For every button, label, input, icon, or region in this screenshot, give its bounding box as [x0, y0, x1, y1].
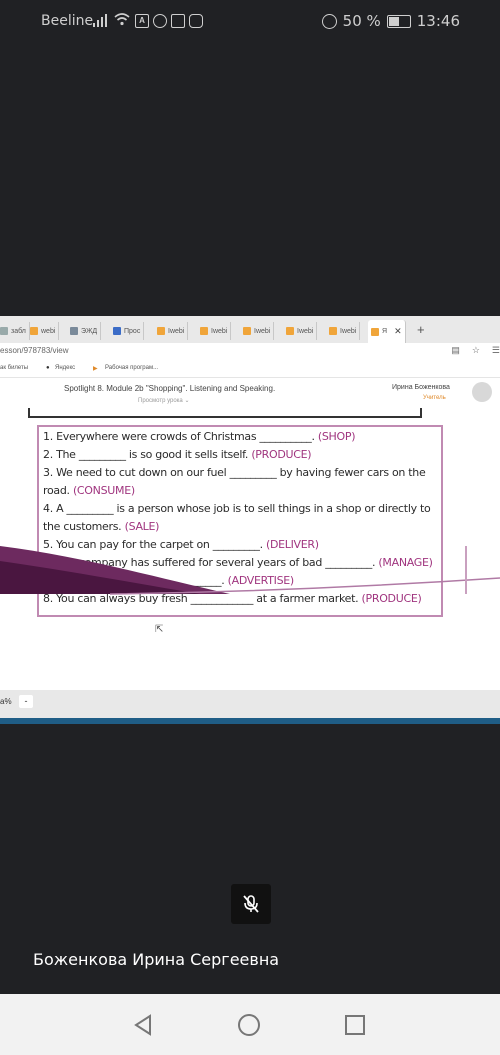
- reader-icon[interactable]: ▤: [451, 345, 460, 356]
- user-name: Ирина Боженкова: [392, 384, 450, 391]
- yandex-icon: ●: [46, 365, 50, 371]
- browser-tab-active[interactable]: Я ✕: [368, 320, 406, 343]
- recents-square-icon[interactable]: [345, 1015, 365, 1035]
- home-circle-icon[interactable]: [238, 1014, 260, 1036]
- app-a-icon: A: [135, 14, 149, 28]
- chevron-down-icon: ⌄: [184, 398, 190, 404]
- exercise-line: 4. A _________ is a person whose job is …: [43, 502, 431, 515]
- wifi-icon: [114, 12, 130, 29]
- data-saver-icon: [321, 13, 337, 29]
- signal-icon: [93, 13, 109, 27]
- slide-frame: [28, 408, 422, 418]
- instagram-icon: [189, 14, 203, 28]
- slide-decoration: [0, 546, 500, 595]
- avatar[interactable]: [472, 382, 492, 402]
- exercise-line: 3. We need to cut down on our fuel _____…: [43, 466, 426, 479]
- lesson-view-dropdown[interactable]: Просмотр урока ⌄: [138, 397, 189, 404]
- address-bar[interactable]: esson/978783/view ▤ ☆ ☰: [0, 343, 500, 361]
- bookmark-item[interactable]: Яндекс: [55, 365, 75, 371]
- exercise-line: road. (CONSUME): [43, 484, 135, 497]
- status-bar: Beeline A 50 % 13:46: [0, 0, 500, 42]
- whatsapp-icon: [153, 14, 167, 28]
- microphone-muted-icon[interactable]: [231, 884, 271, 924]
- lesson-title: Spotlight 8. Module 2b "Shopping". Liste…: [64, 384, 276, 393]
- menu-icon[interactable]: ☰: [492, 345, 500, 356]
- browser-tab[interactable]: webi: [30, 322, 60, 340]
- shared-screen: забл webi ЭЖД Прос Iwebi Iwebi Iwebi Iwe…: [0, 316, 500, 718]
- navigation-bar: [0, 994, 500, 1055]
- exercise-line: the customers. (SALE): [43, 520, 160, 533]
- teams-icon: [171, 14, 185, 28]
- bookmarks-bar: ак билеты ● Яндекс ▶ Рабочая програм...: [0, 361, 500, 378]
- bookmark-item[interactable]: ак билеты: [0, 365, 28, 371]
- battery-percent: 50 %: [342, 12, 381, 30]
- browser-tab[interactable]: Iwebi: [243, 322, 275, 340]
- browser-tab[interactable]: Iwebi: [329, 322, 361, 340]
- browser-tab[interactable]: Прос: [113, 322, 145, 340]
- zoom-level: а%: [0, 697, 12, 706]
- exercise-line: 1. Everywhere were crowds of Christmas _…: [43, 430, 356, 443]
- browser-tab[interactable]: ЭЖД: [70, 322, 102, 340]
- user-role: Учитель: [423, 395, 446, 401]
- browser-tab-bar: забл webi ЭЖД Прос Iwebi Iwebi Iwebi Iwe…: [0, 316, 500, 344]
- exercise-line: 2. The _________ is so good it sells its…: [43, 448, 312, 461]
- bookmark-item[interactable]: Рабочая програм...: [105, 365, 158, 371]
- cursor-icon: ⇱: [155, 624, 164, 635]
- close-tab-icon[interactable]: ✕: [394, 326, 402, 337]
- carrier-name: Beeline: [41, 13, 94, 29]
- zoom-strip: а% -: [0, 690, 500, 724]
- participant-name: Боженкова Ирина Сергеевна: [33, 950, 280, 969]
- folder-icon: ▶: [93, 366, 98, 372]
- browser-tab[interactable]: Iwebi: [200, 322, 232, 340]
- browser-tab[interactable]: Iwebi: [286, 322, 318, 340]
- back-triangle-icon[interactable]: [133, 1014, 153, 1036]
- bookmark-star-icon[interactable]: ☆: [472, 345, 480, 356]
- lesson-header: Spotlight 8. Module 2b "Shopping". Liste…: [0, 378, 500, 409]
- lesson-slide: 1. Everywhere were crowds of Christmas _…: [0, 408, 500, 658]
- zoom-out-button[interactable]: -: [19, 695, 33, 708]
- browser-tab[interactable]: Iwebi: [157, 322, 189, 340]
- battery-icon: [386, 14, 411, 28]
- url-text: esson/978783/view: [0, 346, 69, 355]
- browser-tab[interactable]: забл: [0, 322, 30, 340]
- clock: 13:46: [416, 12, 460, 30]
- new-tab-icon[interactable]: +: [417, 322, 425, 337]
